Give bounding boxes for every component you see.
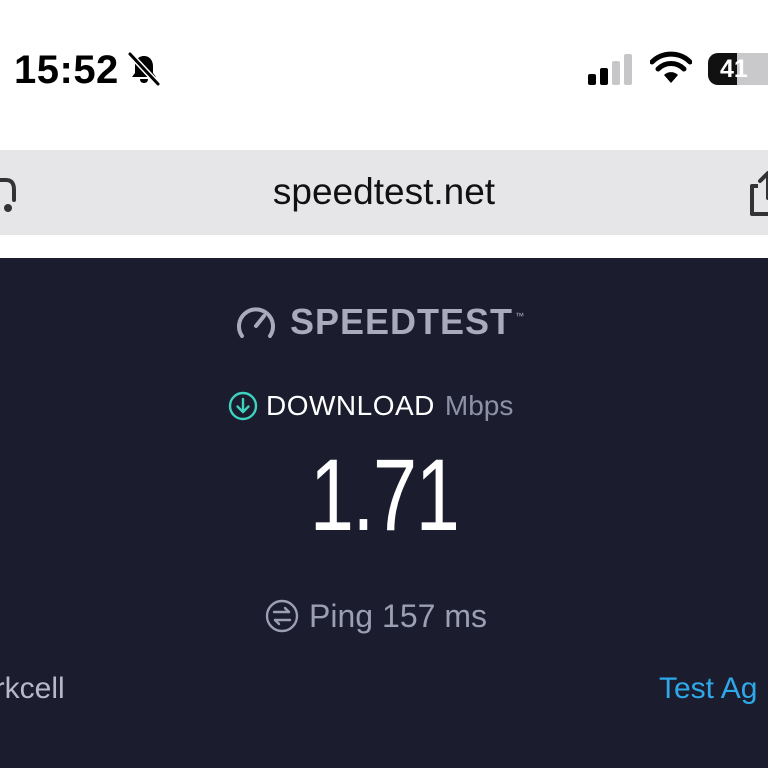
url-text[interactable]: speedtest.net — [0, 170, 768, 214]
download-speed-value: 1.71 — [309, 438, 460, 552]
ping-icon — [265, 599, 299, 633]
status-bar: 15:52 41 — [0, 0, 768, 140]
signal-bar-2 — [600, 68, 608, 85]
download-arrow-icon — [228, 391, 258, 421]
signal-bar-4 — [624, 54, 632, 85]
battery-indicator: 41 — [708, 53, 768, 85]
gauge-icon — [237, 307, 275, 338]
trademark-mark: ™ — [515, 311, 525, 321]
status-time: 15:52 — [14, 48, 119, 92]
brand-name: SPEEDTEST — [290, 301, 514, 342]
ping-label: Ping — [309, 598, 374, 634]
wifi-icon — [650, 51, 692, 83]
share-icon[interactable] — [748, 170, 768, 216]
ping-value: 157 ms — [382, 598, 487, 634]
test-again-link[interactable]: Test Ag — [659, 670, 757, 708]
battery-level: 41 — [720, 55, 748, 83]
download-unit: Mbps — [444, 390, 514, 421]
speedtest-panel: SPEEDTEST ™ DOWNLOAD Mbps 1.71 Ping 157 m… — [0, 258, 768, 768]
cellular-signal-icon — [588, 54, 632, 85]
ping-row: Ping 157 ms — [265, 596, 487, 636]
speedtest-logo: SPEEDTEST ™ — [236, 302, 524, 342]
isp-name: urkcell — [0, 672, 65, 705]
signal-bar-3 — [612, 61, 620, 85]
download-header: DOWNLOAD Mbps — [228, 388, 513, 424]
browser-url-bar[interactable]: speedtest.net — [0, 150, 768, 235]
download-label: DOWNLOAD — [266, 390, 435, 421]
phone-screen: 15:52 41 speedtest.net SPEEDTEST ™ DOWNL… — [0, 0, 768, 768]
bell-slash-icon — [127, 51, 161, 87]
signal-bar-1 — [588, 74, 596, 85]
